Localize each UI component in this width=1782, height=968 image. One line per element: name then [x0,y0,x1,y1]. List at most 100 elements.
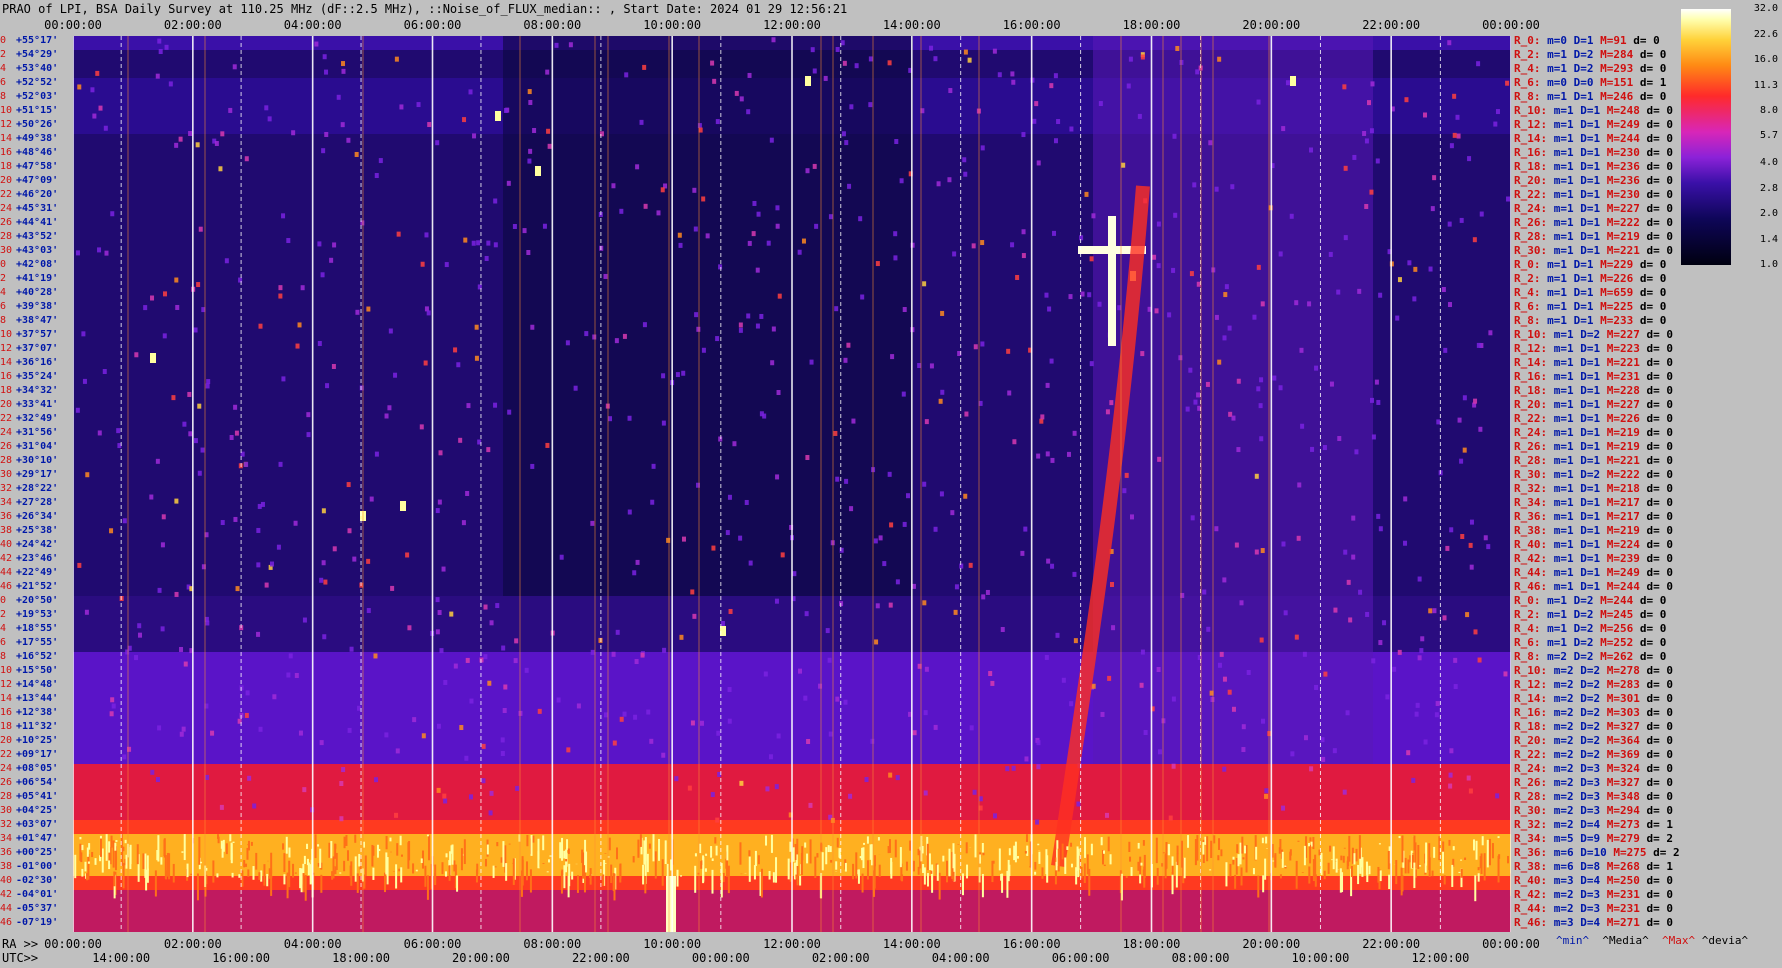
heatmap-speckle [1252,314,1257,320]
band-speckle [789,841,792,852]
heatmap-speckle [1483,535,1488,541]
heatmap-speckle [1227,689,1232,695]
heatmap-speckle [849,104,854,110]
stat-min: 2 [1567,762,1574,775]
heatmap-speckle [1447,221,1452,227]
stat-row: R_16: m=1 D=1 M=230 d= 0 [1514,146,1673,160]
heatmap-speckle [1320,737,1325,743]
heatmap-speckle [366,558,371,564]
stat-ring: R_46: [1514,916,1548,929]
stat-max-label: M= [1606,230,1620,243]
band-speckle [711,858,714,861]
heatmap-speckle [1109,581,1114,587]
stat-max: 249 [1620,118,1640,131]
heatmap-speckle [347,528,352,534]
stat-row: R_28: m=1 D=1 M=219 d= 0 [1514,230,1673,244]
stat-dev: 0 [1653,314,1667,327]
band-speckle [1477,873,1480,882]
dec-value: +14°48' [16,679,59,690]
band-speckle [542,835,545,851]
utc-tick-label: 22:00:00 [571,951,630,965]
dec-index: 28 [0,791,13,802]
heatmap-speckle [524,667,529,673]
stat-max: 221 [1620,356,1640,369]
band-speckle [1353,853,1356,865]
heatmap-speckle [84,609,89,615]
heatmap-speckle [1231,706,1236,712]
heatmap-speckle [805,455,810,461]
band-speckle [658,838,661,861]
stat-min-label: m= [1553,160,1567,173]
band-speckle [775,857,778,883]
stat-max: 231 [1620,370,1640,383]
heatmap-speckle [1441,286,1446,292]
stat-min: 2 [1567,888,1574,901]
heatmap-speckle [860,294,865,300]
heatmap-speckle [1294,634,1299,640]
stat-max: 294 [1620,804,1640,817]
heatmap-speckle [1036,453,1041,459]
band-speckle [1001,873,1004,893]
band-speckle [463,839,466,865]
heatmap-speckle [1000,626,1005,632]
heatmap-speckle [744,499,749,505]
stat-median: 2 [1593,468,1601,481]
heatmap-speckle [887,471,892,477]
heatmap-speckle [964,411,969,417]
heatmap-speckle [646,709,651,715]
stat-median: 4 [1593,916,1601,929]
stat-row: R_14: m=1 D=1 M=221 d= 0 [1514,356,1673,370]
heatmap-speckle [763,671,768,677]
stat-dev: 0 [1653,62,1667,75]
band-speckle [400,854,403,857]
heatmap-speckle [924,419,929,425]
top-tick-label: 16:00:00 [1002,18,1061,32]
band-speckle [705,853,708,856]
heatmap-speckle [1185,406,1190,412]
heatmap-speckle [902,521,907,527]
stat-max: 283 [1620,678,1640,691]
stat-max-label: M= [1606,720,1620,733]
heatmap-speckle [1473,629,1478,635]
stat-min-label: m= [1553,398,1567,411]
heatmap-speckle [193,438,198,444]
heatmap-speckle [449,611,454,617]
dec-index: 28 [0,455,13,466]
stat-median-label: D= [1573,90,1587,103]
dec-label-row: 40 -02°30' [0,874,58,888]
heatmap-speckle [465,490,470,496]
sun-glow-region [1093,36,1373,764]
stat-min: 1 [1560,62,1567,75]
heatmap-speckle [728,608,733,614]
dec-label-row: 6 +52°52' [0,76,58,90]
heatmap-speckle [228,107,233,113]
band-speckle [1261,837,1264,844]
stat-row: R_22: m=2 D=2 M=369 d= 0 [1514,748,1673,762]
heatmap-speckle [306,412,311,418]
stat-median: 2 [1593,748,1601,761]
stat-min: 1 [1567,356,1574,369]
heatmap-speckle [590,520,595,526]
stat-row: R_18: m=2 D=2 M=327 d= 0 [1514,720,1673,734]
heatmap-speckle [844,140,849,146]
stat-max: 228 [1620,384,1640,397]
heatmap-speckle [1023,526,1028,532]
stat-median-label: D= [1580,384,1594,397]
dec-label-row: 0 +55°17' [0,34,58,48]
heatmap-speckle [675,372,680,378]
stat-median-label: D= [1580,202,1594,215]
heatmap-speckle [1261,718,1266,724]
top-tick-label: 12:00:00 [763,18,821,32]
heatmap-speckle [174,277,179,283]
heatmap-speckle [715,336,720,342]
band-speckle [258,872,261,880]
dec-label-row: 24 +45°31' [0,202,58,216]
heatmap-speckle [1469,519,1474,525]
stat-max-label: M= [1606,804,1620,817]
heatmap-speckle [1089,361,1094,367]
heatmap-speckle [293,520,298,526]
band-speckle [1401,835,1404,863]
heatmap-speckle [347,727,352,733]
stat-ring: R_14: [1514,692,1548,705]
heatmap-speckle [651,463,656,469]
